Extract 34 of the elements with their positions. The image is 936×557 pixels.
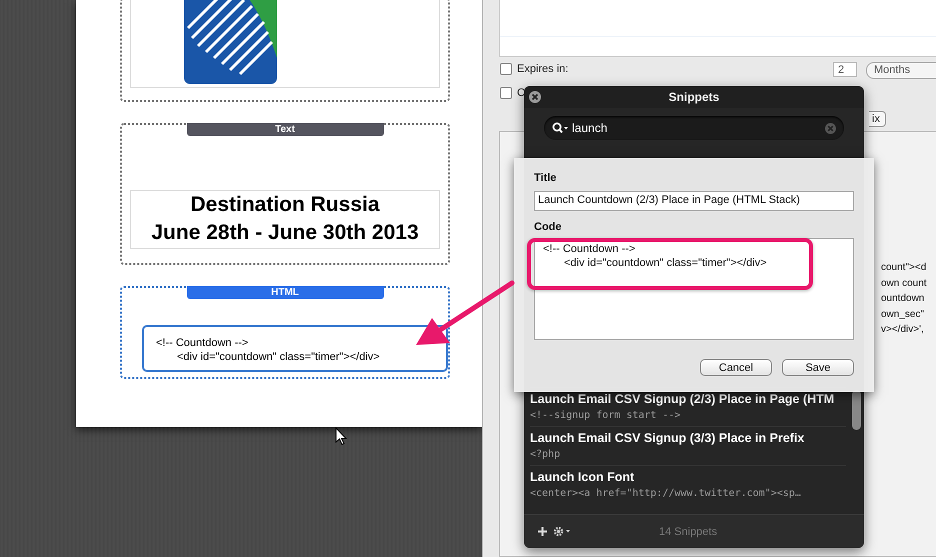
checkbox[interactable] xyxy=(500,87,512,99)
text-block[interactable]: Text Destination Russia June 28th - June 30th 2013 xyxy=(120,123,450,265)
block-label: HTML xyxy=(186,286,384,299)
prefix-button[interactable]: ix xyxy=(869,111,886,127)
code-line: count"><d xyxy=(881,261,928,275)
image-block[interactable] xyxy=(120,0,450,102)
code-line: own count xyxy=(881,276,928,290)
code-line: ountdown xyxy=(881,292,926,306)
code-field[interactable]: <!-- Countdown --> <div id="countdown" class="timer"></div> xyxy=(534,238,854,340)
snippet-count: 14 Snippets xyxy=(659,526,718,538)
gear-icon[interactable] xyxy=(553,526,571,537)
number-field[interactable]: 2 xyxy=(833,62,857,77)
search-icon xyxy=(552,122,568,134)
unit-dropdown[interactable]: Months xyxy=(866,62,936,79)
search-field[interactable]: launch xyxy=(544,116,844,140)
html-block[interactable]: HTML <!-- Countdown --> <div id="countdown" class="timer"></div> xyxy=(120,286,450,379)
add-icon[interactable] xyxy=(538,527,547,536)
snippet-item[interactable]: Launch Email CSV Signup (3/3) Place in Prefix <?php xyxy=(530,426,846,465)
snippet-item[interactable]: Launch Icon Font <center><a href="http://www.twitter.com"><sp… xyxy=(530,465,846,504)
title-label: Title xyxy=(534,172,558,184)
sheet-button[interactable]: Cancel xyxy=(700,359,772,376)
code-line: own_sec" xyxy=(881,308,926,322)
checkbox-label: Expires in: xyxy=(517,63,568,75)
code-label: Code xyxy=(534,221,562,233)
headline-text: Destination Russia June 28th - June 30th 2013 xyxy=(130,190,440,249)
code-box: <!-- Countdown --> <div id="countdown" class="timer"></div> xyxy=(142,325,448,372)
block-label: Text xyxy=(186,123,384,136)
checkbox[interactable] xyxy=(500,63,512,75)
close-icon[interactable] xyxy=(529,91,541,103)
code-line: v></div>', xyxy=(881,323,925,337)
title-field[interactable]: Launch Countdown (2/3) Place in Page (HTML Stack) xyxy=(534,191,854,211)
sheet-button[interactable]: Save xyxy=(782,359,854,376)
scrollbar-thumb[interactable] xyxy=(852,390,861,430)
window-title: Snippets xyxy=(668,90,720,104)
